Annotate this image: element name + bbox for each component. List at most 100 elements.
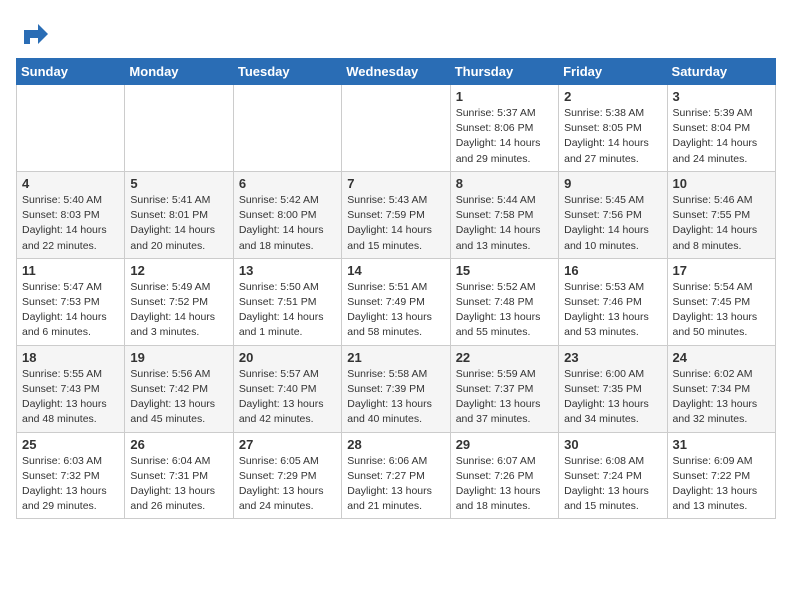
logo bbox=[16, 16, 56, 52]
day-info: Sunrise: 5:53 AM Sunset: 7:46 PM Dayligh… bbox=[564, 280, 661, 341]
day-info: Sunrise: 5:37 AM Sunset: 8:06 PM Dayligh… bbox=[456, 106, 553, 167]
calendar-cell bbox=[125, 85, 233, 172]
day-number: 11 bbox=[22, 263, 119, 278]
day-number: 16 bbox=[564, 263, 661, 278]
day-number: 24 bbox=[673, 350, 770, 365]
day-info: Sunrise: 6:05 AM Sunset: 7:29 PM Dayligh… bbox=[239, 454, 336, 515]
calendar-cell: 2 Sunrise: 5:38 AM Sunset: 8:05 PM Daylig… bbox=[559, 85, 667, 172]
day-number: 23 bbox=[564, 350, 661, 365]
day-number: 7 bbox=[347, 176, 444, 191]
calendar-cell: 23 Sunrise: 6:00 AM Sunset: 7:35 PM Dayli… bbox=[559, 345, 667, 432]
calendar-cell: 29 Sunrise: 6:07 AM Sunset: 7:26 PM Dayli… bbox=[450, 432, 558, 519]
day-number: 30 bbox=[564, 437, 661, 452]
calendar-cell: 8Sunrise: 5:44 AM Sunset: 7:58 PM Daylig… bbox=[450, 171, 558, 258]
calendar-cell: 22Sunrise: 5:59 AM Sunset: 7:37 PM Dayli… bbox=[450, 345, 558, 432]
calendar-cell: 26Sunrise: 6:04 AM Sunset: 7:31 PM Dayli… bbox=[125, 432, 233, 519]
calendar-cell: 9 Sunrise: 5:45 AM Sunset: 7:56 PM Daylig… bbox=[559, 171, 667, 258]
day-info: Sunrise: 5:42 AM Sunset: 8:00 PM Dayligh… bbox=[239, 193, 336, 254]
day-info: Sunrise: 5:50 AM Sunset: 7:51 PM Dayligh… bbox=[239, 280, 336, 341]
day-info: Sunrise: 6:09 AM Sunset: 7:22 PM Dayligh… bbox=[673, 454, 770, 515]
day-number: 4 bbox=[22, 176, 119, 191]
day-info: Sunrise: 6:07 AM Sunset: 7:26 PM Dayligh… bbox=[456, 454, 553, 515]
day-info: Sunrise: 6:00 AM Sunset: 7:35 PM Dayligh… bbox=[564, 367, 661, 428]
day-info: Sunrise: 5:41 AM Sunset: 8:01 PM Dayligh… bbox=[130, 193, 227, 254]
calendar-cell bbox=[17, 85, 125, 172]
day-info: Sunrise: 5:57 AM Sunset: 7:40 PM Dayligh… bbox=[239, 367, 336, 428]
weekday-header-monday: Monday bbox=[125, 59, 233, 85]
weekday-header-row: SundayMondayTuesdayWednesdayThursdayFrid… bbox=[17, 59, 776, 85]
calendar-table: SundayMondayTuesdayWednesdayThursdayFrid… bbox=[16, 58, 776, 519]
calendar-cell: 7 Sunrise: 5:43 AM Sunset: 7:59 PM Daylig… bbox=[342, 171, 450, 258]
calendar-cell: 27 Sunrise: 6:05 AM Sunset: 7:29 PM Dayli… bbox=[233, 432, 341, 519]
day-number: 31 bbox=[673, 437, 770, 452]
day-info: Sunrise: 5:58 AM Sunset: 7:39 PM Dayligh… bbox=[347, 367, 444, 428]
day-info: Sunrise: 5:52 AM Sunset: 7:48 PM Dayligh… bbox=[456, 280, 553, 341]
calendar-cell: 21 Sunrise: 5:58 AM Sunset: 7:39 PM Dayli… bbox=[342, 345, 450, 432]
weekday-header-thursday: Thursday bbox=[450, 59, 558, 85]
day-number: 21 bbox=[347, 350, 444, 365]
weekday-header-friday: Friday bbox=[559, 59, 667, 85]
day-info: Sunrise: 5:38 AM Sunset: 8:05 PM Dayligh… bbox=[564, 106, 661, 167]
day-number: 28 bbox=[347, 437, 444, 452]
day-info: Sunrise: 5:44 AM Sunset: 7:58 PM Dayligh… bbox=[456, 193, 553, 254]
day-number: 6 bbox=[239, 176, 336, 191]
day-number: 15 bbox=[456, 263, 553, 278]
calendar-week-row: 1 Sunrise: 5:37 AM Sunset: 8:06 PM Daylig… bbox=[17, 85, 776, 172]
calendar-cell: 5 Sunrise: 5:41 AM Sunset: 8:01 PM Daylig… bbox=[125, 171, 233, 258]
calendar-cell: 16 Sunrise: 5:53 AM Sunset: 7:46 PM Dayli… bbox=[559, 258, 667, 345]
header bbox=[16, 10, 776, 52]
day-number: 13 bbox=[239, 263, 336, 278]
day-number: 9 bbox=[564, 176, 661, 191]
weekday-header-wednesday: Wednesday bbox=[342, 59, 450, 85]
calendar-cell: 14Sunrise: 5:51 AM Sunset: 7:49 PM Dayli… bbox=[342, 258, 450, 345]
weekday-header-tuesday: Tuesday bbox=[233, 59, 341, 85]
calendar-cell: 13 Sunrise: 5:50 AM Sunset: 7:51 PM Dayli… bbox=[233, 258, 341, 345]
weekday-header-saturday: Saturday bbox=[667, 59, 775, 85]
calendar-cell: 4 Sunrise: 5:40 AM Sunset: 8:03 PM Daylig… bbox=[17, 171, 125, 258]
weekday-header-sunday: Sunday bbox=[17, 59, 125, 85]
calendar-cell: 20Sunrise: 5:57 AM Sunset: 7:40 PM Dayli… bbox=[233, 345, 341, 432]
calendar-week-row: 25Sunrise: 6:03 AM Sunset: 7:32 PM Dayli… bbox=[17, 432, 776, 519]
calendar-cell: 10 Sunrise: 5:46 AM Sunset: 7:55 PM Dayli… bbox=[667, 171, 775, 258]
day-info: Sunrise: 6:04 AM Sunset: 7:31 PM Dayligh… bbox=[130, 454, 227, 515]
day-info: Sunrise: 5:51 AM Sunset: 7:49 PM Dayligh… bbox=[347, 280, 444, 341]
calendar-cell: 18Sunrise: 5:55 AM Sunset: 7:43 PM Dayli… bbox=[17, 345, 125, 432]
day-info: Sunrise: 6:08 AM Sunset: 7:24 PM Dayligh… bbox=[564, 454, 661, 515]
day-info: Sunrise: 5:43 AM Sunset: 7:59 PM Dayligh… bbox=[347, 193, 444, 254]
day-number: 19 bbox=[130, 350, 227, 365]
day-number: 2 bbox=[564, 89, 661, 104]
day-info: Sunrise: 6:02 AM Sunset: 7:34 PM Dayligh… bbox=[673, 367, 770, 428]
day-number: 29 bbox=[456, 437, 553, 452]
day-info: Sunrise: 5:49 AM Sunset: 7:52 PM Dayligh… bbox=[130, 280, 227, 341]
calendar-cell bbox=[342, 85, 450, 172]
day-number: 12 bbox=[130, 263, 227, 278]
calendar-cell: 1 Sunrise: 5:37 AM Sunset: 8:06 PM Daylig… bbox=[450, 85, 558, 172]
day-info: Sunrise: 5:47 AM Sunset: 7:53 PM Dayligh… bbox=[22, 280, 119, 341]
day-info: Sunrise: 5:55 AM Sunset: 7:43 PM Dayligh… bbox=[22, 367, 119, 428]
calendar-cell: 17Sunrise: 5:54 AM Sunset: 7:45 PM Dayli… bbox=[667, 258, 775, 345]
day-number: 1 bbox=[456, 89, 553, 104]
day-info: Sunrise: 6:03 AM Sunset: 7:32 PM Dayligh… bbox=[22, 454, 119, 515]
calendar-week-row: 18Sunrise: 5:55 AM Sunset: 7:43 PM Dayli… bbox=[17, 345, 776, 432]
calendar-cell: 24 Sunrise: 6:02 AM Sunset: 7:34 PM Dayli… bbox=[667, 345, 775, 432]
calendar-cell: 15 Sunrise: 5:52 AM Sunset: 7:48 PM Dayli… bbox=[450, 258, 558, 345]
day-info: Sunrise: 6:06 AM Sunset: 7:27 PM Dayligh… bbox=[347, 454, 444, 515]
calendar-cell: 3 Sunrise: 5:39 AM Sunset: 8:04 PM Daylig… bbox=[667, 85, 775, 172]
calendar-cell: 19Sunrise: 5:56 AM Sunset: 7:42 PM Dayli… bbox=[125, 345, 233, 432]
day-number: 27 bbox=[239, 437, 336, 452]
day-info: Sunrise: 5:40 AM Sunset: 8:03 PM Dayligh… bbox=[22, 193, 119, 254]
day-number: 10 bbox=[673, 176, 770, 191]
calendar-cell: 25Sunrise: 6:03 AM Sunset: 7:32 PM Dayli… bbox=[17, 432, 125, 519]
day-info: Sunrise: 5:46 AM Sunset: 7:55 PM Dayligh… bbox=[673, 193, 770, 254]
day-number: 3 bbox=[673, 89, 770, 104]
logo-icon bbox=[16, 16, 52, 52]
day-info: Sunrise: 5:54 AM Sunset: 7:45 PM Dayligh… bbox=[673, 280, 770, 341]
calendar-week-row: 4 Sunrise: 5:40 AM Sunset: 8:03 PM Daylig… bbox=[17, 171, 776, 258]
day-number: 22 bbox=[456, 350, 553, 365]
calendar-cell: 11 Sunrise: 5:47 AM Sunset: 7:53 PM Dayli… bbox=[17, 258, 125, 345]
day-info: Sunrise: 5:39 AM Sunset: 8:04 PM Dayligh… bbox=[673, 106, 770, 167]
calendar-cell: 6 Sunrise: 5:42 AM Sunset: 8:00 PM Daylig… bbox=[233, 171, 341, 258]
day-info: Sunrise: 5:45 AM Sunset: 7:56 PM Dayligh… bbox=[564, 193, 661, 254]
calendar-cell: 12 Sunrise: 5:49 AM Sunset: 7:52 PM Dayli… bbox=[125, 258, 233, 345]
day-number: 5 bbox=[130, 176, 227, 191]
